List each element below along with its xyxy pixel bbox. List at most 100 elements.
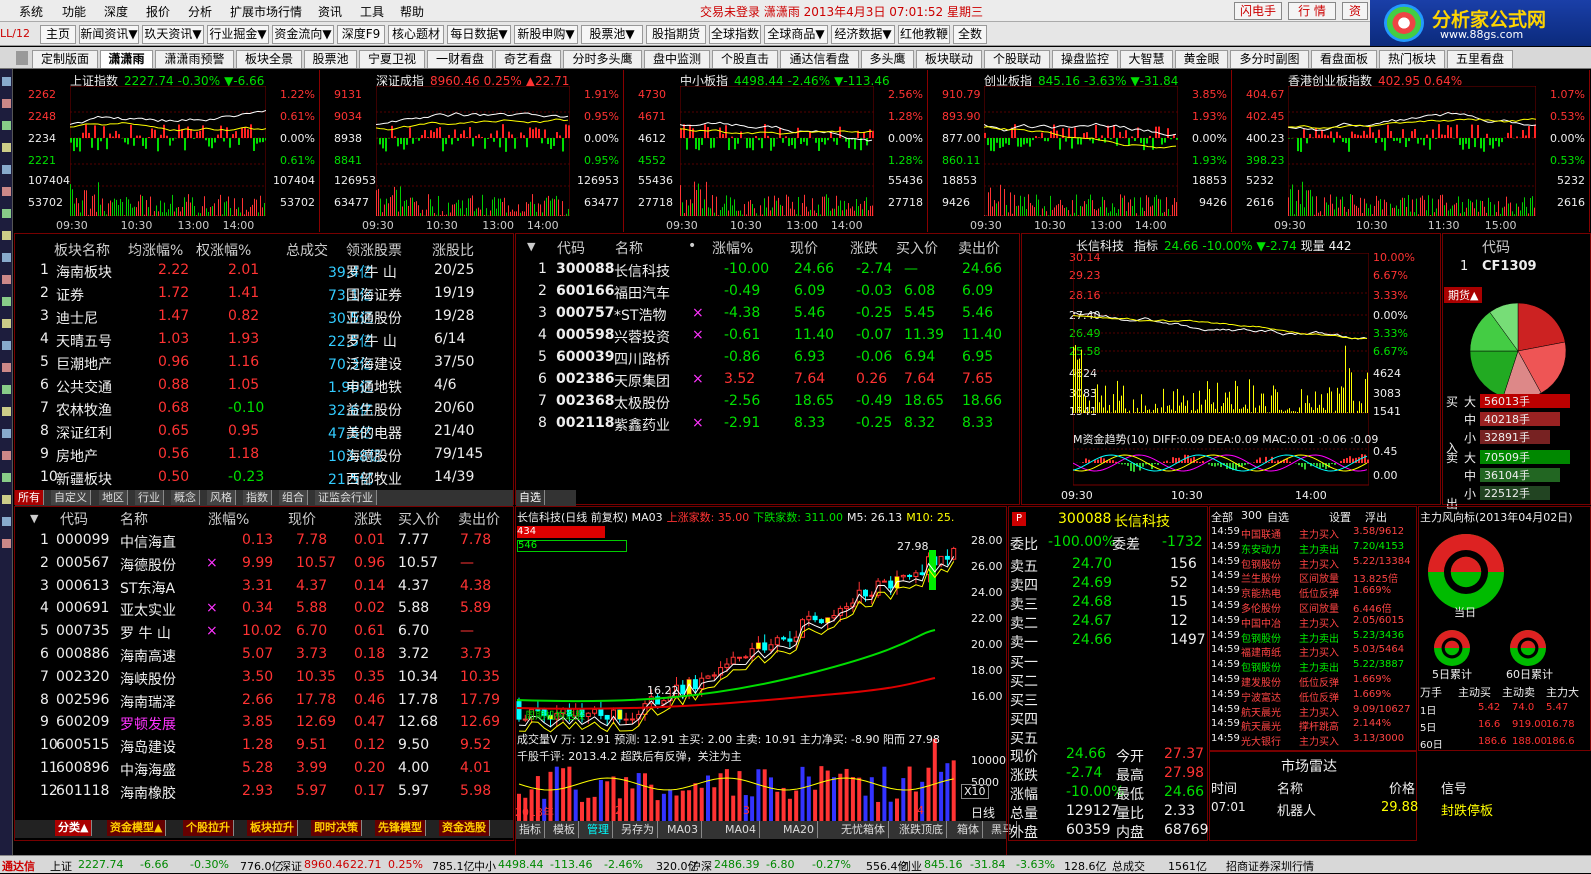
toolbar-btn-12[interactable]: 全球商品▼: [764, 25, 828, 44]
watch-row[interactable]: 8002596海南瑞泽2.6617.780.4617.7817.79: [14, 690, 512, 712]
sidebar-tool-icon[interactable]: [2, 99, 11, 108]
zixuan-col-header[interactable]: 代码: [557, 238, 585, 258]
watch-tab-4[interactable]: 即时决策: [311, 820, 362, 836]
tick-stock[interactable]: 福建南纸: [1241, 644, 1281, 659]
toolbar-btn-9[interactable]: 股票池▼: [581, 25, 643, 44]
tab-4[interactable]: 股票池: [304, 50, 357, 68]
toolbar-btn-11[interactable]: 全球指数: [709, 25, 761, 44]
index-chart-3[interactable]: 创业板指845.16-3.63%▼-31.84910.79893.90877.0…: [928, 70, 1232, 232]
sort-down-icon[interactable]: ▼: [30, 512, 38, 525]
watch-tab-6[interactable]: 资金选股: [439, 820, 490, 836]
sector-tab-3[interactable]: 行业: [135, 490, 164, 505]
watch-tab-0[interactable]: 分类▲: [55, 820, 92, 836]
market-button[interactable]: 行 情: [1288, 2, 1336, 20]
kline-x10-toggle[interactable]: X10: [961, 784, 989, 799]
sector-row[interactable]: 7农林牧渔0.68-0.1032.6亿益生股份20/60: [14, 398, 512, 420]
sidebar-tool-icon[interactable]: [2, 187, 11, 196]
tick-header-0[interactable]: 全部: [1211, 509, 1233, 525]
zixuan-col-header[interactable]: 买入价: [896, 238, 938, 258]
sector-tab-5[interactable]: 风格: [207, 490, 236, 505]
sector-row[interactable]: 2证券1.721.4173.1亿国海证券19/19: [14, 283, 512, 305]
tab-6[interactable]: 一财看盘: [427, 50, 493, 68]
menu-tools[interactable]: 工具: [360, 3, 384, 20]
tab-11[interactable]: 通达信看盘: [780, 50, 859, 68]
watch-row[interactable]: 7002320海峡股份3.5010.350.3510.3410.35: [14, 667, 512, 689]
watch-tab-2[interactable]: 个股拉升: [183, 820, 234, 836]
tab-16[interactable]: 大智慧: [1120, 50, 1173, 68]
sector-col-header[interactable]: 领涨股票: [346, 240, 402, 260]
watch-row[interactable]: 5000735罗 牛 山×10.026.700.616.70—: [14, 621, 512, 643]
sector-row[interactable]: 9房地产0.561.18103.8亿海德股份79/145: [14, 444, 512, 466]
watch-col-header[interactable]: 买入价: [398, 509, 440, 529]
menu-system[interactable]: 系统: [19, 3, 43, 20]
kline-tab-4[interactable]: MA03: [664, 821, 702, 838]
kline-tab-3[interactable]: 另存为: [618, 821, 658, 838]
tick-stock[interactable]: 中国联通: [1241, 526, 1281, 541]
tick-stock[interactable]: 光大银行: [1241, 733, 1281, 748]
tick-stock[interactable]: 宁波富达: [1241, 689, 1281, 704]
sector-tab-6[interactable]: 指数: [243, 490, 272, 505]
sector-row[interactable]: 3迪士尼1.470.8230.5亿亚通股份19/28: [14, 306, 512, 328]
sidebar-tool-icon[interactable]: [2, 363, 11, 372]
sidebar-tool-icon[interactable]: [2, 517, 11, 526]
menu-function[interactable]: 功能: [62, 3, 86, 20]
kline-tab-8[interactable]: 涨跌顶底: [896, 821, 947, 838]
zixuan-row[interactable]: 7002368太极股份-2.5618.65-0.4918.6518.66: [516, 391, 1016, 413]
sector-tab-2[interactable]: 地区: [99, 490, 128, 505]
watch-row[interactable]: 1000099中信海直0.137.780.017.777.78: [14, 530, 512, 552]
sector-col-header[interactable]: 均涨幅%: [128, 240, 183, 260]
tick-stock[interactable]: 京能热电: [1241, 585, 1281, 600]
kline-period[interactable]: 日线: [971, 804, 995, 821]
menu-depth[interactable]: 深度: [104, 3, 128, 20]
sector-col-header[interactable]: 板块名称: [54, 240, 110, 260]
tab-2[interactable]: 潇潇雨预警: [155, 50, 234, 68]
kline-tab-5[interactable]: MA04: [722, 821, 760, 838]
zixuan-col-header[interactable]: 现价: [790, 238, 818, 258]
toolbar-btn-1[interactable]: 新闻资讯▼: [79, 25, 139, 44]
tick-stock[interactable]: 东安动力: [1241, 541, 1281, 556]
tab-18[interactable]: 多分时副图: [1230, 50, 1309, 68]
menu-extended-market[interactable]: 扩展市场行情: [230, 3, 302, 20]
tick-stock[interactable]: 航天晨光: [1241, 718, 1281, 733]
sort-down-icon[interactable]: ▼: [527, 240, 535, 253]
toolbar-btn-2[interactable]: 玖天资讯▼: [142, 25, 204, 44]
sector-col-header[interactable]: 涨股比: [432, 240, 474, 260]
tab-17[interactable]: 黄金眼: [1175, 50, 1228, 68]
sidebar-tool-icon[interactable]: [2, 341, 11, 350]
sidebar-tool-icon[interactable]: [2, 407, 11, 416]
toolbar-btn-6[interactable]: 核心题材: [388, 25, 444, 44]
watch-tab-5[interactable]: 先锋模型: [375, 820, 426, 836]
toolbar-btn-10[interactable]: 股指期货: [646, 25, 706, 44]
tab-10[interactable]: 个股直击: [712, 50, 778, 68]
watch-col-header[interactable]: 卖出价: [458, 509, 500, 529]
zixuan-row[interactable]: 8002118紫鑫药业×-2.918.33-0.258.328.33: [516, 413, 1016, 435]
zixuan-row[interactable]: 5600039四川路桥-0.866.93-0.066.946.95: [516, 347, 1016, 369]
sidebar-tool-icon[interactable]: [2, 539, 11, 548]
watch-row[interactable]: 12601118海南橡胶2.935.970.175.975.98: [14, 781, 512, 803]
watch-row[interactable]: 2000567海德股份×9.9910.570.9610.57—: [14, 553, 512, 575]
sidebar-tool-icon[interactable]: [2, 429, 11, 438]
menu-help[interactable]: 帮助: [400, 3, 424, 20]
toolbar-btn-8[interactable]: 新股申购▼: [514, 25, 578, 44]
toolbar-btn-15[interactable]: 全数: [953, 25, 987, 44]
tab-0[interactable]: 定制版面: [32, 50, 98, 68]
toolbar-btn-13[interactable]: 经济数据▼: [831, 25, 895, 44]
watch-tab-3[interactable]: 板块拉升: [247, 820, 298, 836]
watch-col-header[interactable]: 涨跌: [354, 509, 382, 529]
tab-1[interactable]: 潇潇雨: [100, 50, 153, 68]
tab-9[interactable]: 盘中监测: [644, 50, 710, 68]
sidebar-tool-icon[interactable]: [2, 297, 11, 306]
zixuan-row[interactable]: 6002386天原集团×3.527.640.267.647.65: [516, 369, 1016, 391]
toolbar-btn-5[interactable]: 深度F9: [337, 25, 385, 44]
tick-stock[interactable]: 航天晨光: [1241, 704, 1281, 719]
sector-tab-7[interactable]: 组合: [279, 490, 308, 505]
index-chart-4[interactable]: 香港创业板指数402.950.64%404.67402.45400.23398.…: [1232, 70, 1590, 232]
sidebar-tool-icon[interactable]: [2, 165, 11, 174]
zixuan-col-header[interactable]: 涨跌: [850, 238, 878, 258]
toolbar-btn-14[interactable]: 红他教鞭: [898, 25, 950, 44]
sidebar-tool-icon[interactable]: [2, 495, 11, 504]
zixuan-col-header[interactable]: 名称: [615, 238, 643, 258]
sidebar-tool-icon[interactable]: [2, 209, 11, 218]
watch-row[interactable]: 6000886海南高速5.073.730.183.723.73: [14, 644, 512, 666]
sector-row[interactable]: 8深证红利0.650.9547.5亿美的电器21/40: [14, 421, 512, 443]
